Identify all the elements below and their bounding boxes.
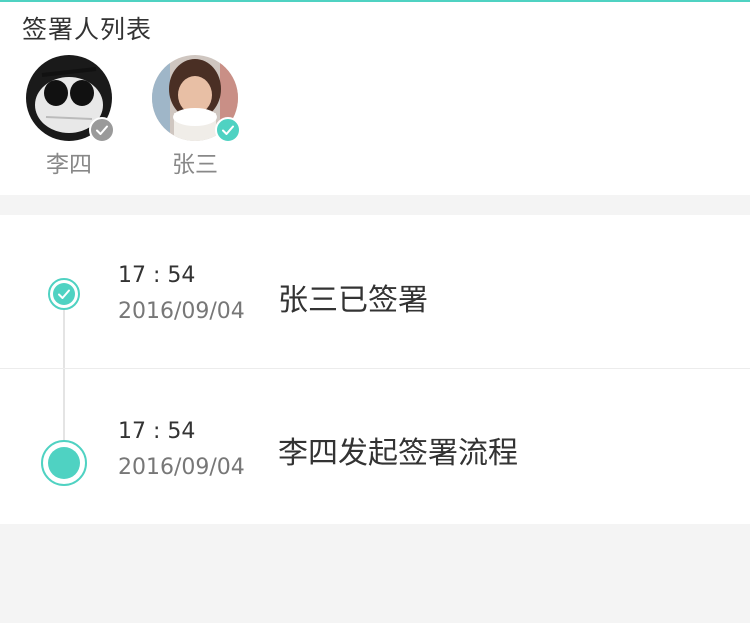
event-text: 张三已签署 (278, 283, 428, 318)
timeline-filled-node (41, 440, 87, 486)
event-date: 2016/09/04 (118, 299, 245, 324)
signer-status-badge (215, 117, 241, 143)
event-time: 17 : 54 (118, 419, 196, 444)
signer-item[interactable]: 张三 (150, 55, 241, 179)
event-text: 李四发起签署流程 (278, 436, 518, 471)
signer-item[interactable]: 李四 (24, 55, 115, 179)
event-date: 2016/09/04 (118, 455, 245, 480)
signers-title: 签署人列表 (22, 15, 153, 44)
signers-panel: 签署人列表 李四 张三 (0, 2, 750, 195)
signer-name: 张三 (172, 152, 218, 178)
check-icon (96, 125, 108, 135)
timeline-item: 17 : 54 2016/09/04 张三已签署 (0, 215, 750, 369)
signing-timeline: 17 : 54 2016/09/04 张三已签署 17 : 54 2016/09… (0, 215, 750, 524)
timeline-item: 17 : 54 2016/09/04 李四发起签署流程 (0, 370, 750, 524)
check-icon (222, 125, 234, 135)
check-icon (58, 289, 70, 299)
timeline-check-node (48, 278, 80, 310)
avatar (152, 55, 241, 143)
event-time: 17 : 54 (118, 263, 196, 288)
avatar (26, 55, 115, 143)
signer-status-badge (89, 117, 115, 143)
signer-name: 李四 (46, 152, 92, 178)
